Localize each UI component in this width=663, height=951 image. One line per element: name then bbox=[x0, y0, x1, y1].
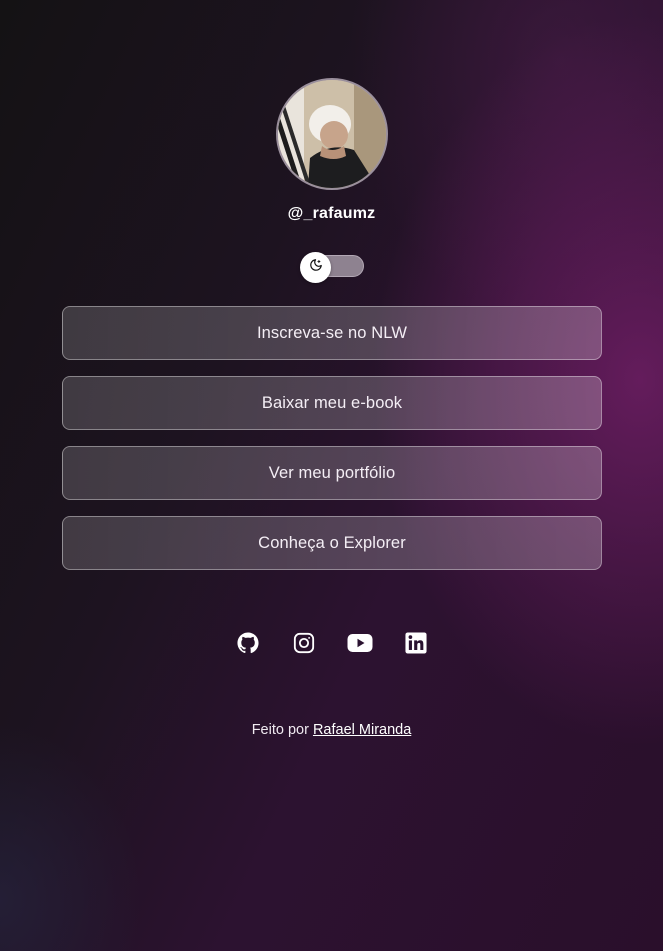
avatar-photo bbox=[277, 80, 386, 188]
github-icon bbox=[236, 631, 259, 659]
link-button-ebook[interactable]: Baixar meu e-book bbox=[62, 376, 602, 430]
author-link[interactable]: Rafael Miranda bbox=[313, 722, 411, 738]
github-link[interactable] bbox=[236, 631, 260, 659]
social-links bbox=[0, 631, 663, 659]
footer: Feito por Rafael Miranda bbox=[0, 722, 663, 738]
username: @_rafaumz bbox=[287, 205, 376, 222]
link-button-explorer[interactable]: Conheça o Explorer bbox=[62, 516, 602, 570]
moon-icon bbox=[309, 258, 323, 277]
instagram-icon bbox=[293, 632, 315, 659]
linkedin-icon bbox=[404, 631, 427, 659]
theme-toggle[interactable] bbox=[300, 252, 364, 283]
avatar bbox=[275, 78, 388, 190]
toggle-knob[interactable] bbox=[300, 252, 331, 283]
linkedin-link[interactable] bbox=[404, 631, 428, 659]
profile-section: @_rafaumz bbox=[0, 78, 663, 223]
link-button-nlw[interactable]: Inscreva-se no NLW bbox=[62, 306, 602, 360]
link-button-portfolio[interactable]: Ver meu portfólio bbox=[62, 446, 602, 500]
youtube-icon bbox=[347, 633, 373, 658]
links-list: Inscreva-se no NLW Baixar meu e-book Ver… bbox=[62, 306, 602, 586]
instagram-link[interactable] bbox=[292, 632, 316, 658]
page: @_rafaumz Inscreva-se no NLW Baixar meu … bbox=[0, 0, 663, 951]
footer-prefix: Feito por bbox=[251, 722, 313, 738]
youtube-link[interactable] bbox=[347, 632, 373, 658]
